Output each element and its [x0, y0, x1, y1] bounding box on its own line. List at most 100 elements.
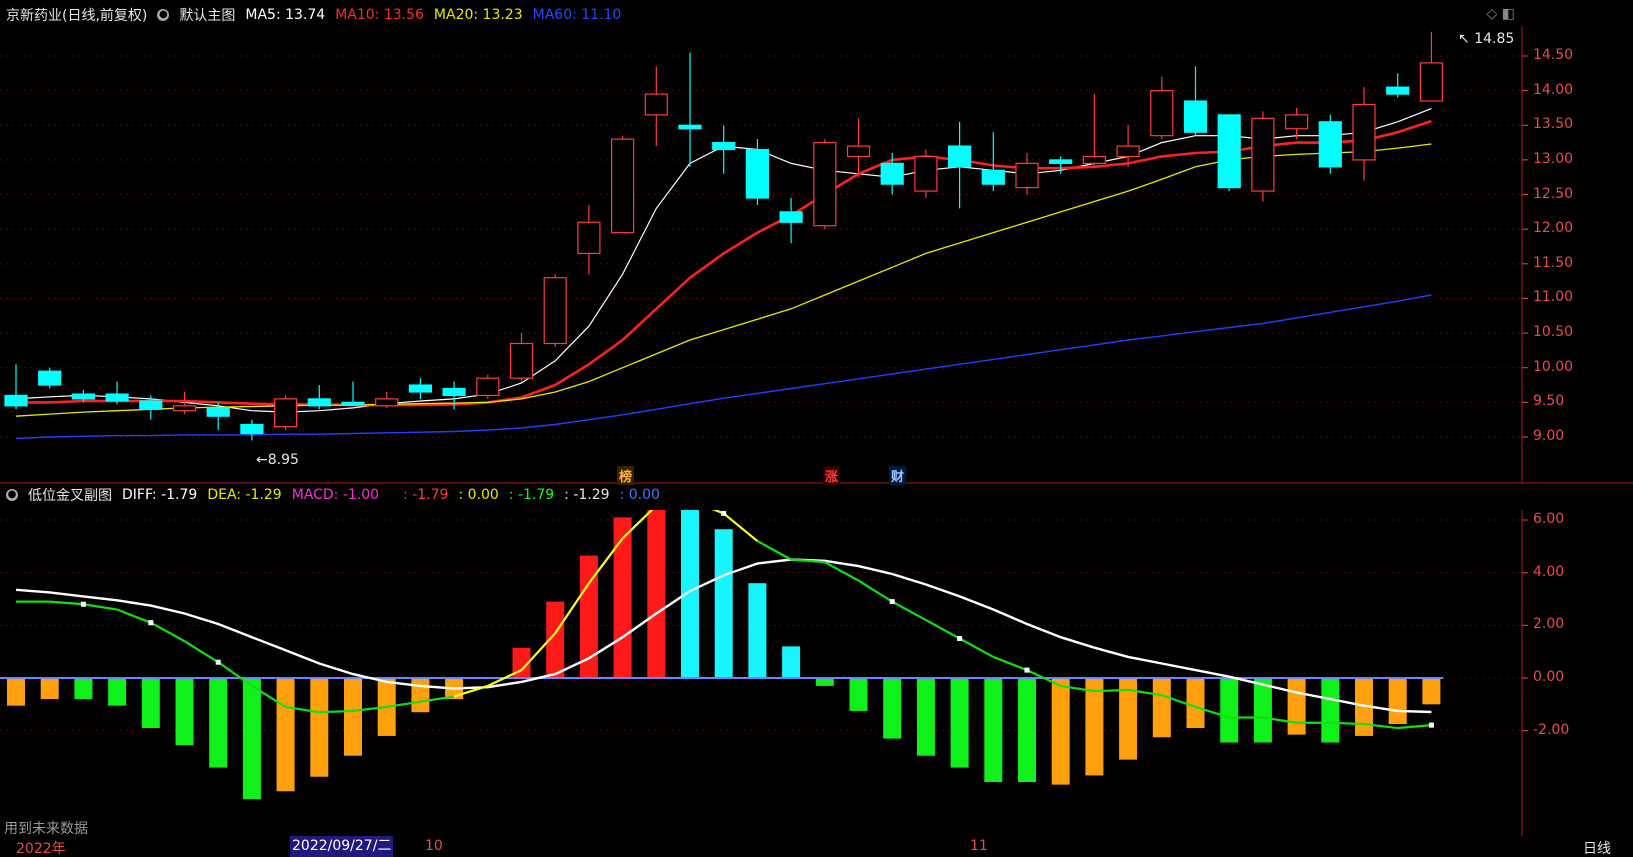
candle [981, 132, 1005, 192]
tag-bang[interactable]: 榜 [617, 466, 635, 485]
value-4: : -1.29 [564, 487, 610, 503]
candle [846, 118, 871, 178]
macd-tick-label: 0.00 [1533, 669, 1565, 685]
indicator-title[interactable]: 低位金叉副图 [28, 485, 112, 505]
candle-body [1116, 145, 1140, 158]
candle [914, 149, 938, 199]
candle [105, 381, 129, 405]
macd-tick-label: 6.00 [1533, 511, 1565, 527]
candle-body [644, 93, 668, 116]
candle-body [476, 377, 500, 397]
macd-panel[interactable] [0, 510, 1633, 836]
macd-bar [276, 678, 295, 792]
template-name[interactable]: 默认主图 [179, 5, 235, 25]
diff-segment [1330, 721, 1365, 726]
stock-chart-window: 京新药业(日线,前复权) ● 默认主图 MA5: 13.74 MA10: 13.… [0, 0, 1633, 857]
candle [1386, 73, 1410, 98]
price-tick-label: 12.50 [1533, 185, 1574, 202]
settings-icon[interactable]: ● [6, 489, 18, 501]
price-tick-label: 11.50 [1533, 254, 1574, 271]
candle-body [341, 401, 365, 405]
macd-bar [242, 678, 261, 800]
candle-body [712, 141, 736, 151]
diff-segment [925, 619, 961, 640]
candle-body [947, 145, 972, 168]
candle-body [139, 400, 163, 410]
tag-zhang[interactable]: 涨 [823, 466, 841, 485]
candle-body [1352, 103, 1376, 161]
candle-body [408, 384, 432, 393]
candle-body [543, 277, 567, 345]
price-tick-label: 13.00 [1533, 150, 1574, 167]
macd-tick-label: 4.00 [1533, 563, 1565, 580]
candle-body [779, 211, 803, 223]
candle-body [1049, 159, 1073, 164]
candle-body [1217, 114, 1241, 189]
macd-bar [411, 678, 430, 713]
stock-title[interactable]: 京新药业(日线,前复权) [6, 5, 147, 25]
corner-icons: ◇ ◧ [1487, 6, 1515, 22]
candle-body [1251, 117, 1275, 192]
candle [1217, 114, 1241, 192]
diff-marker [721, 510, 727, 516]
panel-toggle-icon[interactable]: ◧ [1502, 6, 1515, 22]
diamond-icon[interactable]: ◇ [1487, 6, 1498, 22]
macd-bar [613, 517, 632, 678]
price-tick-label: 9.50 [1533, 393, 1565, 410]
candle [375, 391, 399, 408]
candle [1352, 87, 1376, 181]
price-tick-label: 9.00 [1533, 428, 1565, 444]
macd-bar [1253, 678, 1272, 743]
macd-bar [40, 678, 59, 700]
candle-body [846, 145, 871, 158]
candle [274, 395, 298, 431]
candle-body [1386, 86, 1410, 95]
candle-body [914, 155, 938, 192]
candle [1318, 114, 1342, 174]
diff-marker [148, 620, 154, 626]
value-3: : -1.79 [508, 487, 555, 503]
candle [678, 52, 702, 167]
macd-bar [1220, 678, 1239, 743]
candle [341, 381, 365, 406]
value-5: : 0.00 [619, 487, 660, 503]
macd-bar [141, 678, 160, 729]
macd-tick-label: 2.00 [1533, 616, 1565, 633]
settings-icon[interactable]: ● [157, 9, 170, 21]
macd-bar [108, 678, 127, 706]
candle-body [509, 342, 534, 379]
macd-bar [1051, 678, 1070, 785]
candle-body [172, 405, 197, 412]
tag-cai[interactable]: 财 [889, 466, 907, 485]
candle-body [1284, 114, 1309, 130]
period-label[interactable]: 日线 [1583, 838, 1611, 857]
candle-body [240, 423, 264, 435]
macd-bar [849, 678, 868, 711]
macd-bar [1388, 678, 1407, 725]
sub-chart-header: ● 低位金叉副图 DIFF: -1.79 DEA: -1.29 MACD: -1… [6, 484, 670, 506]
macd-bar [916, 678, 935, 756]
candle [1183, 66, 1208, 136]
diff-marker [1024, 667, 1030, 673]
macd-bar [714, 529, 733, 678]
high-arrow-icon: ↖ [1458, 31, 1470, 47]
price-tick-label: 12.00 [1533, 220, 1574, 237]
candlestick-panel[interactable] [0, 26, 1633, 484]
diff-segment [319, 709, 354, 714]
diff-segment [1397, 724, 1432, 730]
macd-bar [984, 678, 1003, 783]
diff-segment [116, 608, 152, 624]
macd-bar [74, 678, 93, 700]
macd-bar [782, 646, 801, 678]
candle-body [38, 370, 62, 386]
price-tick-label: 14.00 [1533, 81, 1574, 98]
candle [543, 274, 567, 347]
diff-marker [957, 636, 963, 641]
macd-bar [310, 678, 329, 777]
macd-bar [1321, 678, 1340, 743]
diff-segment [183, 640, 219, 664]
ma5-label: MA5: 13.74 [245, 7, 326, 23]
low-arrow-icon: ← [256, 452, 268, 468]
value-2: : 0.00 [458, 487, 499, 503]
macd-bar [1422, 678, 1441, 705]
